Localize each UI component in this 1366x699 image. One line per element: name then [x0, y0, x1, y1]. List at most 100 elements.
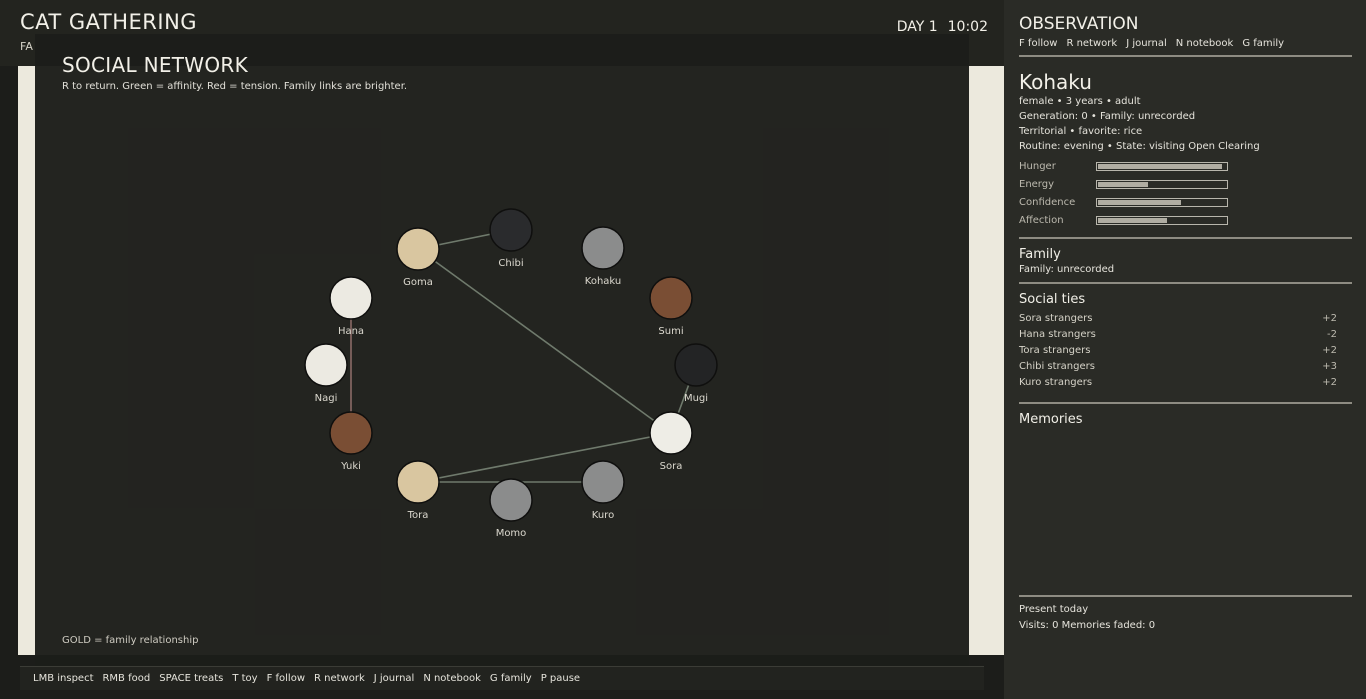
cat-node-circle[interactable] [329, 411, 373, 455]
tie-row: Tora strangers +2 [1019, 345, 1337, 356]
tie-value: +2 [1322, 377, 1337, 388]
divider [1019, 402, 1352, 404]
control-pause: P pause [540, 673, 581, 684]
cat-node-label: Momo [496, 528, 527, 539]
cat-node-label: Mugi [684, 393, 708, 404]
tie-value: -2 [1327, 329, 1337, 340]
present-today-stats: Visits: 0 Memories faded: 0 [1019, 620, 1156, 631]
cat-node-circle[interactable] [304, 343, 348, 387]
control-treats: SPACE treats [159, 673, 224, 684]
tie-name: Hana strangers [1019, 329, 1096, 340]
stat-affection-bar [1096, 216, 1228, 225]
cat-node-label: Sora [660, 461, 683, 472]
cat-node-momo[interactable]: Momo [489, 478, 533, 539]
tie-row: Kuro strangers +2 [1019, 377, 1337, 388]
time-label: 10:02 [947, 19, 988, 35]
cat-node-circle[interactable] [396, 460, 440, 504]
tie-row: Chibi strangers +3 [1019, 361, 1337, 372]
cat-name: Kohaku [1019, 70, 1092, 94]
cat-node-circle[interactable] [649, 276, 693, 320]
divider [1019, 237, 1352, 239]
control-journal: J journal [373, 673, 415, 684]
cat-node-sora[interactable]: Sora [649, 411, 693, 472]
social-ties-title: Social ties [1019, 292, 1086, 307]
tie-value: +2 [1322, 313, 1337, 324]
divider [1019, 55, 1352, 57]
cat-node-label: Kohaku [585, 276, 621, 287]
control-family: G family [489, 673, 532, 684]
key-follow: F follow [1019, 38, 1058, 49]
stat-confidence-label: Confidence [1019, 197, 1076, 208]
cat-node-tora[interactable]: Tora [396, 460, 440, 521]
observation-keys: F follow R network J journal N notebook G fa… [1019, 38, 1293, 49]
top-subtitle: FA [20, 40, 33, 53]
control-network: R network [314, 673, 365, 684]
cat-node-label: Goma [403, 277, 433, 288]
cat-node-circle[interactable] [581, 460, 625, 504]
stat-hunger-label: Hunger [1019, 161, 1056, 172]
cat-info-generation: Generation: 0 • Family: unrecorded [1019, 111, 1196, 122]
tie-value: +3 [1322, 361, 1337, 372]
cat-node-goma[interactable]: Goma [396, 227, 440, 288]
network-graph: Goma Chibi Kohaku Hana Sumi Nagi Mugi Yuki Sora T… [304, 208, 718, 539]
stat-energy-bar [1096, 180, 1228, 189]
cat-node-yuki[interactable]: Yuki [329, 411, 373, 472]
family-title: Family [1019, 247, 1061, 262]
divider [1019, 282, 1352, 284]
day-label: DAY 1 [896, 19, 938, 35]
observation-title: OBSERVATION [1019, 14, 1139, 34]
key-family: G family [1242, 38, 1285, 49]
cat-node-circle[interactable] [581, 226, 625, 270]
control-notebook: N notebook [423, 673, 481, 684]
stat-confidence-bar [1096, 198, 1228, 207]
cat-node-label: Tora [407, 510, 429, 521]
cat-node-circle[interactable] [649, 411, 693, 455]
link-goma-sora [417, 248, 672, 434]
control-toy: T toy [232, 673, 258, 684]
tie-name: Tora strangers [1019, 345, 1091, 356]
tie-row: Sora strangers +2 [1019, 313, 1337, 324]
cat-node-label: Hana [338, 326, 364, 337]
network-legend: GOLD = family relationship [62, 635, 199, 646]
key-journal: J journal [1126, 38, 1167, 49]
day-clock: DAY 1 10:02 [887, 19, 988, 35]
cat-node-sumi[interactable]: Sumi [649, 276, 693, 337]
cat-node-circle[interactable] [396, 227, 440, 271]
cat-node-circle[interactable] [329, 276, 373, 320]
observation-panel: OBSERVATION F follow R network J journal N … [1004, 0, 1366, 699]
social-network-overlay: SOCIAL NETWORK R to return. Green = affi… [35, 34, 969, 666]
cat-node-label: Chibi [498, 258, 523, 269]
tie-row: Hana strangers -2 [1019, 329, 1337, 340]
cat-info-routine: Routine: evening • State: visiting Open … [1019, 141, 1260, 152]
cat-node-label: Yuki [340, 461, 361, 472]
cat-node-chibi[interactable]: Chibi [489, 208, 533, 269]
cat-node-label: Nagi [315, 393, 338, 404]
cat-info-basic: female • 3 years • adult [1019, 96, 1141, 107]
game-title: CAT GATHERING [20, 10, 198, 34]
control-food: RMB food [102, 673, 151, 684]
stat-affection-label: Affection [1019, 215, 1064, 226]
cat-node-kohaku[interactable]: Kohaku [581, 226, 625, 287]
divider [1019, 595, 1352, 597]
control-bar: LMB inspect RMB food SPACE treats T toy … [20, 666, 984, 690]
key-notebook: N notebook [1175, 38, 1234, 49]
cat-node-nagi[interactable]: Nagi [304, 343, 348, 404]
present-today-title: Present today [1019, 604, 1089, 615]
control-follow: F follow [266, 673, 306, 684]
tie-value: +2 [1322, 345, 1337, 356]
cat-node-label: Kuro [592, 510, 614, 521]
cat-info-personality: Territorial • favorite: rice [1019, 126, 1143, 137]
cat-node-circle[interactable] [489, 208, 533, 252]
cat-node-kuro[interactable]: Kuro [581, 460, 625, 521]
tie-name: Chibi strangers [1019, 361, 1095, 372]
tie-name: Sora strangers [1019, 313, 1093, 324]
cat-node-mugi[interactable]: Mugi [674, 343, 718, 404]
link-tora-sora [417, 432, 672, 483]
stat-energy-label: Energy [1019, 179, 1055, 190]
stat-hunger-bar [1096, 162, 1228, 171]
cat-node-circle[interactable] [489, 478, 533, 522]
cat-node-circle[interactable] [674, 343, 718, 387]
cat-node-label: Sumi [658, 326, 683, 337]
family-text: Family: unrecorded [1019, 264, 1115, 275]
cat-node-hana[interactable]: Hana [329, 276, 373, 337]
